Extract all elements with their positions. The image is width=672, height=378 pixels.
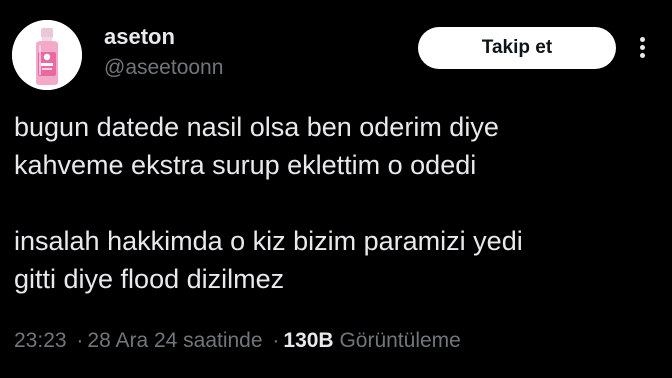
meta-separator: · [76, 329, 84, 352]
tweet-date[interactable]: 28 Ara 24 saatinde [87, 329, 262, 352]
tweet-paragraph: bugun datede nasil olsa ben oderim diye … [14, 112, 499, 180]
more-dots-vertical-icon[interactable] [637, 36, 649, 60]
tweet-meta: 23:23 · 28 Ara 24 saatinde · 130B Görüntül… [14, 329, 461, 353]
tweet-text: bugun datede nasil olsa ben oderim diye … [14, 108, 664, 298]
meta-separator: · [272, 329, 280, 352]
follow-button[interactable]: Takip et [418, 27, 616, 69]
acetone-bottle-icon [12, 20, 82, 90]
avatar[interactable] [12, 20, 82, 90]
tweet-card: aseton @aseetoonn Takip et bugun datede … [0, 0, 672, 378]
tweet-paragraph: insalah hakkimda o kiz bizim paramizi ye… [14, 226, 523, 294]
views-label: Görüntüleme [339, 329, 461, 352]
views-count[interactable]: 130B [283, 329, 333, 352]
display-name[interactable]: aseton [104, 24, 175, 50]
user-handle[interactable]: @aseetoonn [104, 56, 223, 80]
tweet-time[interactable]: 23:23 [14, 329, 67, 352]
